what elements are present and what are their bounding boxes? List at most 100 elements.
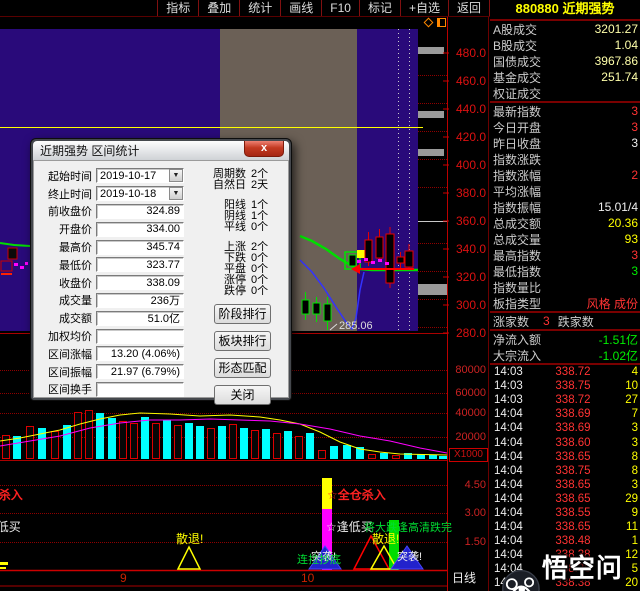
- alert-price-line[interactable]: [0, 127, 423, 128]
- field-label: 区间振幅: [34, 364, 96, 380]
- gridline: [418, 75, 447, 76]
- stat-value: 2天: [246, 180, 268, 191]
- tick-row: 14:03 338.75 10: [490, 379, 640, 393]
- stat-row: 上涨 2个: [206, 242, 290, 253]
- index-title[interactable]: 880880 近期强势: [490, 0, 640, 19]
- volume-bar: [417, 454, 425, 459]
- field-input[interactable]: [96, 329, 184, 344]
- tick-row: 14:04 338.75 8: [490, 464, 640, 478]
- menu-item[interactable]: 指标: [157, 0, 199, 16]
- draw-diamond-icon[interactable]: [424, 18, 434, 28]
- field-value: 334.00: [97, 223, 183, 235]
- field-input[interactable]: 2019-10-17 ▼: [96, 168, 184, 183]
- tick-row: 14:04 338.55 9: [490, 506, 640, 520]
- volume-bar: [404, 453, 412, 459]
- field-label: 成交额: [34, 310, 96, 326]
- chevron-down-icon[interactable]: ▼: [169, 187, 183, 200]
- signal-retreat: 散退!: [372, 533, 399, 546]
- dialog-titlebar[interactable]: 近期强势 区间统计 x: [33, 141, 289, 160]
- volume-bar: [63, 425, 71, 459]
- volume-bar: [368, 454, 376, 459]
- dialog-button[interactable]: 阶段排行: [214, 304, 271, 324]
- field-input[interactable]: 236万: [96, 293, 184, 308]
- field-label: 收盘价: [34, 275, 96, 291]
- advancers-count: 3: [543, 314, 550, 328]
- quote-rows-c: 净流入额 -1.51亿 大宗流入 -1.02亿: [490, 331, 640, 363]
- field-input[interactable]: 345.74: [96, 240, 184, 255]
- field-value: 345.74: [97, 241, 183, 253]
- period-label[interactable]: 日线: [452, 572, 486, 585]
- field-input[interactable]: 334.00: [96, 222, 184, 237]
- stat-label: 跌停: [206, 286, 246, 297]
- volume-bar: [240, 428, 248, 459]
- volume-bar: [273, 433, 281, 459]
- indicator-axis-label: 1.50: [450, 536, 486, 548]
- field-input[interactable]: 323.77: [96, 257, 184, 272]
- watermark: 悟空问答: [500, 548, 640, 591]
- field-row: 起始时间 2019-10-17 ▼: [34, 167, 194, 185]
- chevron-down-icon[interactable]: ▼: [169, 169, 183, 182]
- field-row: 加权均价: [34, 327, 194, 345]
- index-code: 880880: [515, 1, 558, 16]
- field-label: 最高价: [34, 239, 96, 255]
- field-row: 区间涨幅 13.20 (4.06%): [34, 345, 194, 363]
- tick-row: 14:04 338.65 3: [490, 478, 640, 492]
- volume-bar: [108, 418, 116, 459]
- volume-bar: [74, 412, 82, 459]
- field-label: 前收盘价: [34, 203, 96, 219]
- field-value: 13.20 (4.06%): [97, 348, 183, 360]
- volume-bar: [96, 413, 104, 459]
- dialog-button[interactable]: 关闭: [214, 385, 271, 405]
- quote-row: 指数涨幅 2: [490, 167, 640, 183]
- interval-stats-dialog: 近期强势 区间统计 x 起始时间 2019-10-17 ▼ 终止时间 2019-…: [30, 138, 292, 401]
- quote-row: 净流入额 -1.51亿: [490, 331, 640, 347]
- signal-full-sell-clipped: ☆全仓杀入: [0, 489, 23, 502]
- gridline: [0, 513, 447, 514]
- tick-row: 14:04 338.60 3: [490, 435, 640, 449]
- quote-row: 国债成交 3967.86: [490, 53, 640, 69]
- field-input[interactable]: 2019-10-18 ▼: [96, 186, 184, 201]
- field-input[interactable]: 13.20 (4.06%): [96, 346, 184, 361]
- field-input[interactable]: 324.89: [96, 204, 184, 219]
- volume-bar: [152, 423, 160, 459]
- volume-bar: [2, 435, 10, 459]
- menu-item[interactable]: 叠加: [199, 0, 240, 16]
- menu-item[interactable]: 统计: [240, 0, 281, 16]
- field-row: 区间振幅 21.97 (6.79%): [34, 363, 194, 381]
- dialog-button[interactable]: 板块排行: [214, 331, 271, 351]
- field-row: 收盘价 338.09: [34, 274, 194, 292]
- volume-bar: [262, 429, 270, 459]
- marker-bar: [418, 111, 444, 118]
- field-input[interactable]: 338.09: [96, 275, 184, 290]
- quote-rows-b: 最新指数 3 今日开盘 3 昨日收盘 3 指数涨跌 指数涨幅 2 平均涨幅 指数…: [490, 103, 640, 311]
- menu-item[interactable]: 画线: [281, 0, 322, 16]
- volume-bar: [330, 446, 338, 459]
- volume-bar: [13, 436, 21, 459]
- dialog-button[interactable]: 形态匹配: [214, 358, 271, 378]
- draw-square-icon[interactable]: [437, 18, 446, 27]
- tick-row: 14:04 338.65 8: [490, 450, 640, 464]
- field-input[interactable]: [96, 382, 184, 397]
- field-input[interactable]: 21.97 (6.79%): [96, 364, 184, 379]
- stat-row: 下跌 0个: [206, 253, 290, 264]
- tick-row: 14:04 338.69 3: [490, 421, 640, 435]
- close-icon[interactable]: x: [244, 141, 284, 157]
- menu-item[interactable]: F10: [322, 0, 360, 16]
- stat-label: 自然日: [206, 180, 246, 191]
- gridline: [418, 271, 447, 272]
- marker-bar: [418, 47, 444, 54]
- quote-row: 基金成交 251.74: [490, 69, 640, 85]
- field-value: 21.97 (6.79%): [97, 366, 183, 378]
- volume-bar: [207, 428, 215, 459]
- menu-items: 指标叠加统计画线F10标记+自选返回: [157, 0, 490, 16]
- menu-item[interactable]: +自选: [401, 0, 449, 16]
- volume-bar: [251, 430, 259, 459]
- quote-row: 板指类型 风格 成份: [490, 295, 640, 311]
- quote-panel: 880880 近期强势 A股成交 3201.27 B股成交 1.04 国债成交 …: [490, 0, 640, 591]
- indicator-axis-label: 3.00: [450, 507, 486, 519]
- field-label: 区间换手: [34, 381, 96, 397]
- volume-bar: [38, 428, 46, 459]
- menu-item[interactable]: 标记: [360, 0, 401, 16]
- field-input[interactable]: 51.0亿: [96, 311, 184, 326]
- menu-item[interactable]: 返回: [449, 0, 490, 16]
